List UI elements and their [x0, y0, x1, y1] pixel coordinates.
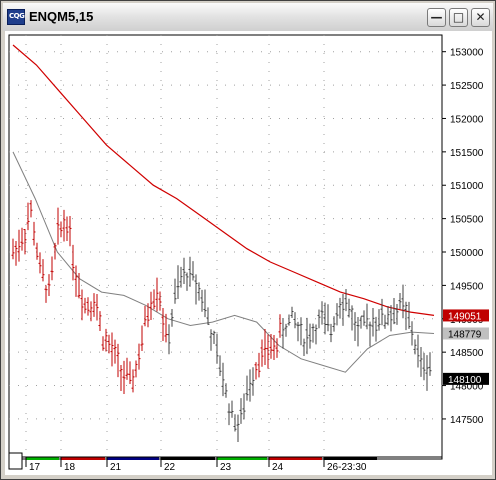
time-tick-label: 17 — [29, 462, 41, 473]
price-label: 148779 — [448, 329, 482, 340]
price-label: 148100 — [448, 375, 482, 386]
minimize-button[interactable]: — — [427, 8, 446, 27]
time-tick-label: 21 — [110, 462, 122, 473]
price-tick-label: 148500 — [450, 348, 484, 359]
window-title: ENQM5,15 — [29, 9, 94, 24]
time-tick-label: 23 — [220, 462, 232, 473]
price-tick-label: 151000 — [450, 181, 484, 192]
maximize-button[interactable]: □ — [449, 8, 468, 27]
minimize-icon: — — [430, 10, 443, 24]
time-tick-label: 24 — [272, 462, 284, 473]
price-tick-label: 150500 — [450, 215, 484, 226]
price-tick-label: 151500 — [450, 148, 484, 159]
price-tick-label: 153000 — [450, 48, 484, 59]
price-label: 149051 — [448, 311, 482, 322]
price-tick-label: 152000 — [450, 114, 484, 125]
time-tick-label: 22 — [164, 462, 176, 473]
time-tick-label: 26-23:30 — [327, 462, 367, 473]
close-button[interactable]: ✕ — [471, 8, 490, 27]
price-tick-label: 149500 — [450, 281, 484, 292]
price-chart[interactable]: 153000 152500 152000 151500 151000 150500 1500… — [5, 31, 492, 475]
maximize-icon: □ — [452, 10, 465, 24]
price-axis: 153000 152500 152000 151500 151000 150500 1500… — [442, 48, 489, 426]
chart-app-icon-text: CQG — [9, 12, 25, 20]
price-tick-label: 147500 — [450, 415, 484, 426]
close-icon: ✕ — [475, 10, 486, 24]
chart-app-icon[interactable]: CQG — [7, 9, 25, 25]
time-tick-label: 18 — [64, 462, 76, 473]
price-tick-label: 152500 — [450, 81, 484, 92]
chart-area[interactable]: 153000 152500 152000 151500 151000 150500 1500… — [5, 31, 492, 475]
scroll-handle[interactable] — [8, 452, 23, 470]
title-bar[interactable]: CQG ENQM5,15 — □ ✕ — [3, 3, 493, 31]
chart-window: CQG ENQM5,15 — □ ✕ 153000 152500 152000 151… — [0, 0, 496, 480]
price-tick-label: 150000 — [450, 248, 484, 259]
